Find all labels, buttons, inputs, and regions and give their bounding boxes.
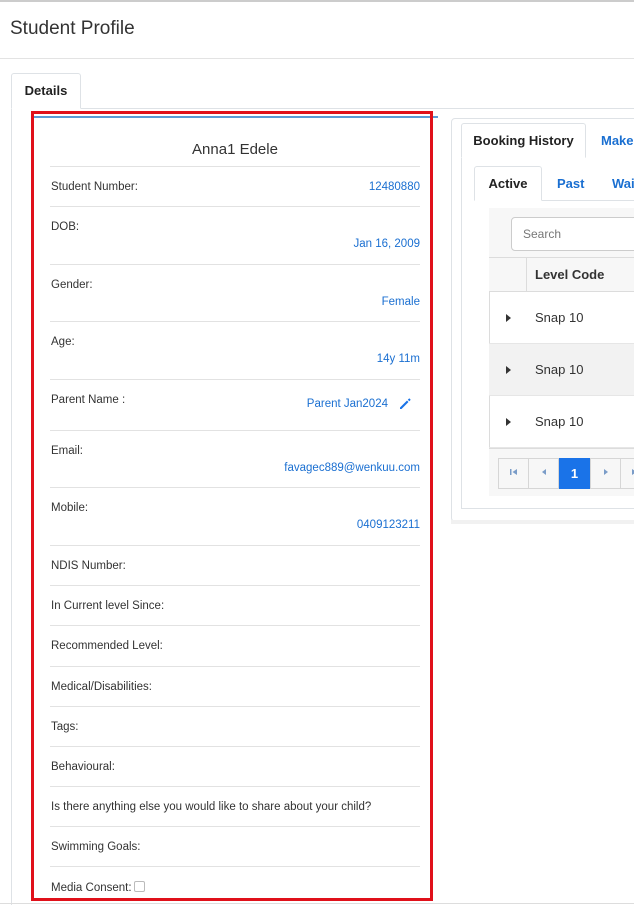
top-border: [0, 0, 634, 2]
first-page-icon: [510, 469, 517, 475]
age-value: 14y 11m: [376, 353, 420, 365]
table-row: Snap 10: [489, 292, 634, 344]
field-label: Swimming Goals:: [51, 841, 141, 853]
field-swimming-goals: Swimming Goals:: [50, 826, 420, 866]
field-label: Behavioural:: [51, 761, 115, 773]
subtab-active[interactable]: Active: [474, 166, 542, 201]
expand-caret-icon[interactable]: [506, 314, 511, 322]
field-label: In Current level Since:: [51, 600, 165, 612]
field-label: Media Consent:: [51, 882, 132, 894]
field-student-number: Student Number: 12480880: [50, 166, 420, 206]
subtab-past[interactable]: Past: [557, 166, 584, 201]
field-label: Is there anything else you would like to…: [51, 801, 372, 813]
header-divider: [0, 58, 634, 59]
level-code-cell: Snap 10: [535, 310, 584, 325]
media-consent-wrap: Media Consent:: [51, 881, 145, 894]
field-label: Parent Name :: [51, 394, 126, 406]
page-title: Student Profile: [10, 18, 135, 39]
next-page-icon: [603, 469, 608, 475]
field-medical-disabilities: Medical/Disabilities:: [50, 666, 420, 706]
prev-page-icon: [541, 469, 546, 475]
field-label: NDIS Number:: [51, 560, 126, 572]
field-tags: Tags:: [50, 706, 420, 746]
field-label: Recommended Level:: [51, 640, 163, 652]
column-header-level-code[interactable]: Level Code: [535, 258, 604, 292]
tabs-divider: [11, 108, 634, 109]
parent-name-link[interactable]: Parent Jan2024: [307, 398, 388, 410]
media-consent-checkbox[interactable]: [133, 881, 145, 892]
field-label: Gender:: [51, 279, 93, 291]
field-media-consent: Media Consent:: [50, 866, 420, 900]
subtab-waitlist[interactable]: Wai: [612, 166, 634, 201]
content-border: [11, 108, 12, 905]
field-anything-else: Is there anything else you would like to…: [50, 786, 420, 826]
field-email: Email: favagec889@wenkuu.com: [50, 430, 420, 487]
expand-column-header: [489, 258, 527, 292]
tab-booking-history[interactable]: Booking History: [461, 123, 586, 158]
table-row: Snap 10: [489, 396, 634, 448]
field-label: Medical/Disabilities:: [51, 681, 152, 693]
level-code-cell: Snap 10: [535, 362, 584, 377]
first-page-button[interactable]: [498, 458, 529, 489]
student-number-link[interactable]: 12480880: [369, 181, 420, 193]
search-input[interactable]: [511, 217, 634, 251]
student-name: Anna1 Edele: [192, 141, 278, 158]
dob-value: Jan 16, 2009: [353, 238, 420, 250]
tab-details[interactable]: Details: [11, 73, 81, 109]
field-dob: DOB: Jan 16, 2009: [50, 206, 420, 264]
field-parent-name: Parent Name : Parent Jan2024: [50, 379, 420, 430]
field-label: Tags:: [51, 721, 79, 733]
last-page-button[interactable]: [620, 458, 634, 489]
next-page-button[interactable]: [590, 458, 621, 489]
expand-caret-icon[interactable]: [506, 418, 511, 426]
field-label: DOB:: [51, 221, 80, 233]
page-button-current[interactable]: 1: [559, 458, 590, 489]
field-label: Student Number:: [51, 181, 138, 193]
field-age: Age: 14y 11m: [50, 321, 420, 379]
field-current-level-since: In Current level Since:: [50, 585, 420, 625]
table-row: Snap 10: [489, 344, 634, 396]
prev-page-button[interactable]: [528, 458, 559, 489]
field-behavioural: Behavioural:: [50, 746, 420, 786]
field-ndis-number: NDIS Number:: [50, 545, 420, 585]
email-link[interactable]: favagec889@wenkuu.com: [284, 462, 420, 474]
gender-value: Female: [381, 296, 420, 308]
mobile-link[interactable]: 0409123211: [357, 519, 420, 531]
page-bottom-border: [0, 903, 634, 904]
tab-make[interactable]: Make: [601, 123, 634, 158]
field-label: Age:: [51, 336, 75, 348]
field-recommended-level: Recommended Level:: [50, 625, 420, 666]
expand-caret-icon[interactable]: [506, 366, 511, 374]
panel-shadow: [451, 520, 634, 524]
field-mobile: Mobile: 0409123211: [50, 487, 420, 545]
field-label: Mobile:: [51, 502, 89, 514]
field-gender: Gender: Female: [50, 264, 420, 321]
pencil-icon[interactable]: [398, 397, 412, 411]
level-code-cell: Snap 10: [535, 414, 584, 429]
field-label: Email:: [51, 445, 83, 457]
